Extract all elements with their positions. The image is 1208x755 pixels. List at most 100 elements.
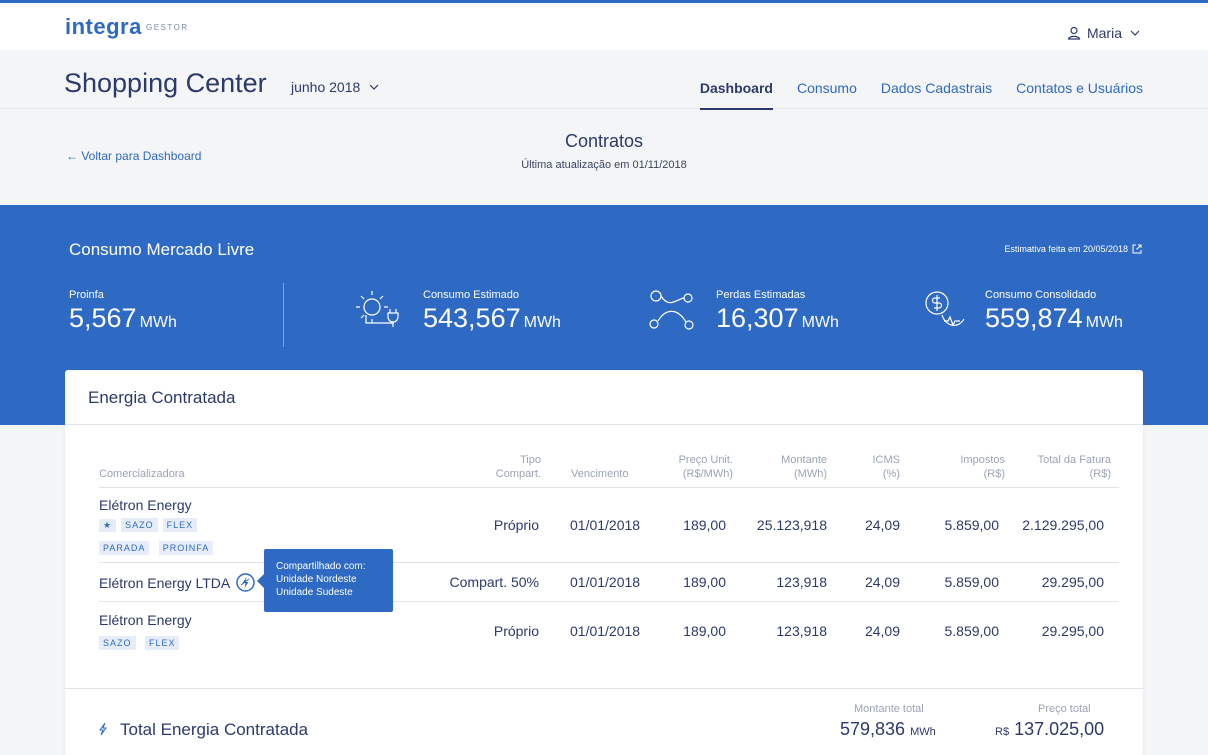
total-title: Total Energia Contratada [120,720,309,739]
main-nav: Dashboard Consumo Dados Cadastrais Conta… [699,80,1143,110]
row-tags: SAZO FLEX [99,633,184,651]
shared-energy-icon[interactable] [236,573,255,592]
row-preco: 189,00 [683,623,726,639]
row-tags: PARADA PROINFA [99,538,218,556]
row-vencimento: 01/01/2018 [570,517,641,533]
col-preco: Preço Unit. (R$/MWh) [645,453,733,481]
row-preco: 189,00 [683,517,726,533]
metric-unit: MWh [139,314,177,331]
row-tags: ★ SAZO FLEX [99,518,202,532]
period-label: junho 2018 [291,79,361,95]
metric-proinfa: Proinfa 5,567 MWh [69,289,177,334]
tag: FLEX [162,518,198,532]
divider [99,487,1119,488]
total-preco-label: Preço total [1038,703,1091,715]
col-comercializadora: Comercializadora [99,468,185,480]
star-icon: ★ [99,518,117,532]
tab-dashboard[interactable]: Dashboard [699,80,773,110]
col-tipo-line2: Compart. [495,468,541,480]
lightning-icon [99,722,107,736]
row-icms: 24,09 [864,574,900,590]
metric-perdas-estimadas: Perdas Estimadas 16,307 MWh [716,289,839,334]
network-icon [649,290,694,330]
row-name: Elétron Energy LTDA [99,574,231,591]
chevron-down-icon [1130,30,1140,36]
shared-tooltip: Compartilhado com: Unidade Nordeste Unid… [257,549,393,612]
external-link-icon [1132,244,1142,254]
tag: PROINFA [158,541,214,555]
row-vencimento: 01/01/2018 [570,574,641,590]
tooltip-line: Unidade Sudeste [276,587,353,598]
row-tipo: Compart. 50% [449,574,539,590]
col-total: Total da Fatura (R$) [1015,453,1111,481]
total-preco: R$ 137.025,00 [995,719,1104,740]
total-montante-label: Montante total [854,703,924,715]
total-preco-currency: R$ [995,726,1010,738]
col-total-line1: Total da Fatura [1037,454,1111,466]
row-icms: 24,09 [864,517,900,533]
row-tipo: Próprio [493,623,539,639]
divider [99,601,1119,602]
row-name: Elétron Energy [99,497,192,513]
row-montante: 123,918 [776,574,827,590]
col-tipo: Tipo Compart. [465,453,541,481]
metric-unit: MWh [523,314,561,331]
total-montante: 579,836 MWh [840,719,936,740]
tooltip-line: Compartilhado com: [276,561,366,572]
row-name-wrap: Elétron Energy LTDA [99,573,255,592]
row-impostos: 5.859,00 [944,517,1000,533]
divider [65,424,1143,425]
top-bar: integra GESTOR Maria [0,0,1208,50]
col-montante-line2: (MWh) [794,468,827,480]
row-tipo: Próprio [493,517,539,533]
period-selector[interactable]: junho 2018 [291,79,380,95]
row-impostos: 5.859,00 [944,574,1000,590]
card-title: Energia Contratada [88,388,236,407]
tag: SAZO [99,636,136,650]
page-title: Shopping Center [64,68,267,98]
row-vencimento: 01/01/2018 [570,623,641,639]
metric-label: Perdas Estimadas [716,289,806,301]
tab-consumo[interactable]: Consumo [797,80,857,110]
money-pulse-icon [925,291,965,327]
row-montante: 123,918 [776,623,827,639]
divider [65,688,1143,689]
col-total-line2: (R$) [1089,468,1111,480]
chevron-down-icon [369,84,379,90]
row-name: Elétron Energy [99,612,192,628]
row-total: 2.129.295,00 [1022,517,1104,533]
tab-dados-cadastrais[interactable]: Dados Cadastrais [881,80,992,110]
tag: FLEX [144,636,180,650]
logo[interactable]: integra [65,14,142,40]
metric-value: 16,307 [716,303,799,333]
section-title: Contratos [564,131,644,151]
metric-consumo-estimado: Consumo Estimado 543,567 MWh [423,289,561,334]
user-menu[interactable]: Maria [1067,25,1142,41]
estimate-note[interactable]: Estimativa feita em 20/05/2018 [1004,244,1142,254]
user-name: Maria [1086,25,1122,41]
col-impostos-line2: (R$) [983,468,1005,480]
total-montante-value: 579,836 [840,719,906,739]
tab-contatos-usuarios[interactable]: Contatos e Usuários [1016,80,1143,110]
row-total: 29.295,00 [1041,574,1104,590]
mercado-title: Consumo Mercado Livre [69,240,255,259]
metric-unit: MWh [801,314,839,331]
metric-value: 543,567 [423,303,521,333]
col-vencimento: Vencimento [571,468,629,480]
row-total: 29.295,00 [1041,623,1104,639]
sub-header: Shopping Center junho 2018 Dashboard Con… [0,50,1208,110]
tag: PARADA [99,541,150,555]
col-montante: Montante (MWh) [755,453,827,481]
energia-contratada-card: Energia Contratada Comercializadora Tipo… [65,370,1143,755]
metric-consumo-consolidado: Consumo Consolidado 559,874 MWh [985,289,1123,334]
row-montante: 25.123,918 [756,517,827,533]
total-preco-value: 137.025,00 [1014,719,1105,739]
metric-label: Proinfa [69,289,104,301]
divider [99,562,1119,563]
user-icon [1067,26,1081,40]
metric-value: 5,567 [69,303,137,333]
row-impostos: 5.859,00 [944,623,1000,639]
metric-value: 559,874 [985,303,1083,333]
col-montante-line1: Montante [781,454,827,466]
row-icms: 24,09 [864,623,900,639]
